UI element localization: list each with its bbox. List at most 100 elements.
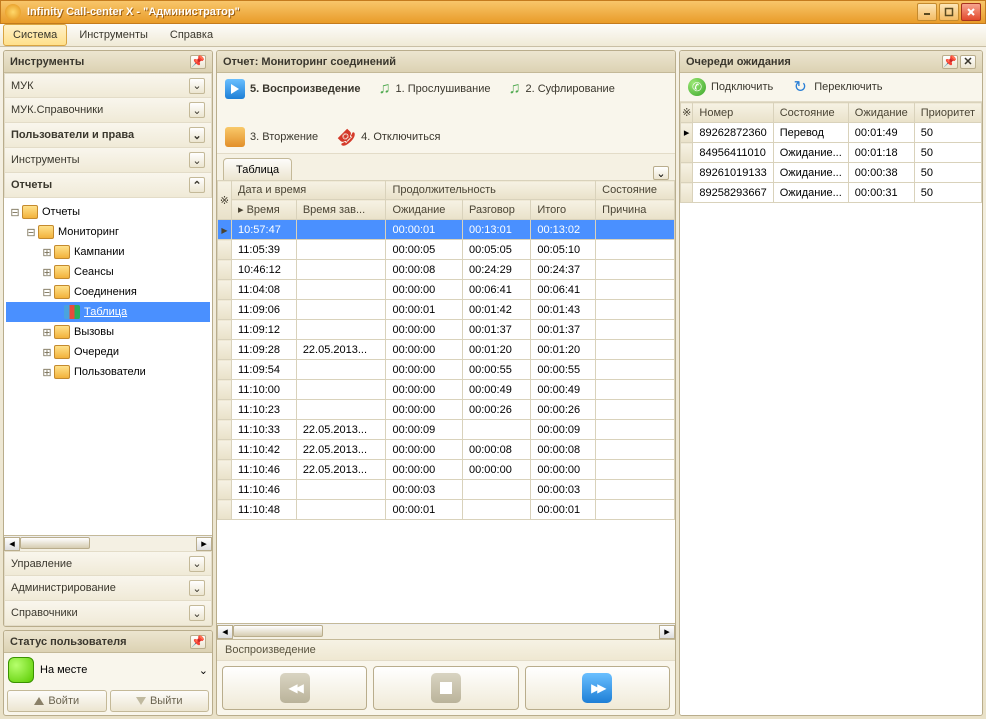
cell-reason (596, 340, 675, 360)
table-row[interactable]: 11:10:3322.05.2013...00:00:0900:00:09 (218, 420, 675, 440)
cell-talk: 00:01:42 (463, 300, 531, 320)
reports-tree[interactable]: ⊟Отчеты ⊟Мониторинг ⊞Кампании ⊞Сеансы ⊟С… (4, 198, 212, 535)
queue-reconnect-button[interactable]: ↻Переключить (791, 78, 882, 96)
nav-reports[interactable]: Отчеты⌃ (4, 173, 212, 198)
report-grid[interactable]: ※ Дата и время Продолжительность Состоян… (217, 180, 675, 623)
action-whisper[interactable]: ♫2. Суфлирование (508, 80, 614, 98)
col-group-duration[interactable]: Продолжительность (386, 181, 596, 200)
table-row[interactable]: 11:10:4222.05.2013...00:00:0000:00:0800:… (218, 440, 675, 460)
menu-system[interactable]: Система (3, 24, 67, 46)
menu-tools[interactable]: Инструменты (69, 24, 158, 46)
nav-muk-ref[interactable]: МУК.Справочники⌄ (4, 98, 212, 123)
tree-table-leaf[interactable]: Таблица (6, 302, 210, 322)
table-row[interactable]: 11:10:4800:00:0100:00:01 (218, 500, 675, 520)
table-row[interactable]: 84956411010Ожидание...00:01:1850 (681, 143, 982, 163)
scroll-thumb[interactable] (233, 625, 323, 637)
nav-management[interactable]: Управление⌄ (4, 551, 212, 576)
qcol-wait[interactable]: Ожидание (848, 103, 914, 123)
chevron-down-icon[interactable]: ⌄ (189, 605, 205, 621)
table-row[interactable]: ▸89262872360Перевод00:01:4950 (681, 123, 982, 143)
queue-close-icon[interactable]: ✕ (960, 55, 976, 69)
status-pin-icon[interactable]: 📌 (190, 635, 206, 649)
tree-sessions[interactable]: ⊞Сеансы (6, 262, 210, 282)
chevron-down-icon[interactable]: ⌄ (189, 556, 205, 572)
tree-connections[interactable]: ⊟Соединения (6, 282, 210, 302)
action-hangup[interactable]: ☎4. Отключиться (336, 127, 440, 147)
table-row[interactable]: 11:04:0800:00:0000:06:4100:06:41 (218, 280, 675, 300)
scroll-thumb[interactable] (20, 537, 90, 549)
chevron-down-icon[interactable]: ⌄ (189, 580, 205, 596)
table-row[interactable]: 11:10:4600:00:0300:00:03 (218, 480, 675, 500)
tab-table[interactable]: Таблица (223, 158, 292, 180)
qcol-number[interactable]: Номер (693, 103, 773, 123)
col-group-state[interactable]: Состояние (596, 181, 675, 200)
chevron-up-icon[interactable]: ⌃ (189, 177, 205, 193)
nav-users-rights[interactable]: Пользователи и права⌄ (4, 123, 212, 148)
queue-pin-icon[interactable]: 📌 (942, 55, 958, 69)
tree-calls[interactable]: ⊞Вызовы (6, 322, 210, 342)
col-talk[interactable]: Разговор (463, 200, 531, 220)
nav-muk[interactable]: МУК⌄ (4, 73, 212, 98)
playback-rewind-button[interactable] (222, 666, 367, 710)
qcol-prio[interactable]: Приоритет (914, 103, 981, 123)
table-row[interactable]: 11:09:1200:00:0000:01:3700:01:37 (218, 320, 675, 340)
nav-instruments[interactable]: Инструменты⌄ (4, 148, 212, 173)
maximize-button[interactable] (939, 3, 959, 21)
action-listen[interactable]: ♫1. Прослушивание (379, 80, 491, 98)
status-dropdown[interactable]: ⌄ (199, 664, 208, 677)
playback-stop-button[interactable] (373, 666, 518, 710)
table-row[interactable]: 10:57:4700:00:0100:13:0100:13:02 (218, 220, 675, 240)
tree-monitoring[interactable]: ⊟Мониторинг (6, 222, 210, 242)
action-barge[interactable]: 3. Вторжение (225, 127, 318, 147)
row-gutter (218, 320, 232, 340)
action-play[interactable]: 5. Воспроизведение (225, 79, 361, 99)
table-row[interactable]: 11:10:4622.05.2013...00:00:0000:00:0000:… (218, 460, 675, 480)
scroll-right-icon[interactable]: ▸ (196, 537, 212, 551)
table-row[interactable]: 11:05:3900:00:0500:05:0500:05:10 (218, 240, 675, 260)
scroll-left-icon[interactable]: ◂ (4, 537, 20, 551)
tree-root-reports[interactable]: ⊟Отчеты (6, 202, 210, 222)
sidebar-title: Инструменты 📌 (4, 51, 212, 73)
col-time[interactable]: ▸ Время (232, 200, 297, 220)
tab-dropdown[interactable]: ⌄ (653, 166, 669, 180)
chevron-down-icon[interactable]: ⌄ (189, 102, 205, 118)
col-end[interactable]: Время зав... (296, 200, 386, 220)
col-wait[interactable]: Ожидание (386, 200, 463, 220)
table-row[interactable]: 11:09:5400:00:0000:00:5500:00:55 (218, 360, 675, 380)
grid-hscroll[interactable]: ◂ ▸ (217, 623, 675, 639)
app-icon (5, 4, 21, 20)
col-total[interactable]: Итого (531, 200, 596, 220)
queue-grid[interactable]: ※ Номер Состояние Ожидание Приоритет ▸89… (680, 102, 982, 715)
table-row[interactable]: 11:10:2300:00:0000:00:2600:00:26 (218, 400, 675, 420)
menu-help[interactable]: Справка (160, 24, 223, 46)
queue-connect-button[interactable]: Подключить (688, 78, 773, 96)
table-row[interactable]: 11:09:0600:00:0100:01:4200:01:43 (218, 300, 675, 320)
col-group-datetime[interactable]: Дата и время (232, 181, 386, 200)
cell-reason (596, 480, 675, 500)
col-reason[interactable]: Причина (596, 200, 675, 220)
tree-users[interactable]: ⊞Пользователи (6, 362, 210, 382)
sidebar-pin-icon[interactable]: 📌 (190, 55, 206, 69)
login-button[interactable]: Войти (7, 690, 107, 712)
chevron-down-icon[interactable]: ⌄ (189, 127, 205, 143)
minimize-button[interactable] (917, 3, 937, 21)
scroll-right-icon[interactable]: ▸ (659, 625, 675, 639)
table-row[interactable]: 89258293667Ожидание...00:00:3150 (681, 183, 982, 203)
tree-campaigns[interactable]: ⊞Кампании (6, 242, 210, 262)
nav-admin[interactable]: Администрирование⌄ (4, 576, 212, 601)
playback-forward-button[interactable] (525, 666, 670, 710)
table-row[interactable]: 10:46:1200:00:0800:24:2900:24:37 (218, 260, 675, 280)
chevron-down-icon[interactable]: ⌄ (189, 152, 205, 168)
table-row[interactable]: 11:10:0000:00:0000:00:4900:00:49 (218, 380, 675, 400)
qcol-state[interactable]: Состояние (773, 103, 848, 123)
table-row[interactable]: 89261019133Ожидание...00:00:3850 (681, 163, 982, 183)
logout-button[interactable]: Выйти (110, 690, 210, 712)
nav-refs[interactable]: Справочники⌄ (4, 601, 212, 626)
chevron-down-icon[interactable]: ⌄ (189, 78, 205, 94)
close-button[interactable] (961, 3, 981, 21)
cell-talk (463, 420, 531, 440)
tree-queues[interactable]: ⊞Очереди (6, 342, 210, 362)
scroll-left-icon[interactable]: ◂ (217, 625, 233, 639)
table-row[interactable]: 11:09:2822.05.2013...00:00:0000:01:2000:… (218, 340, 675, 360)
tree-hscroll[interactable]: ◂ ▸ (4, 535, 212, 551)
